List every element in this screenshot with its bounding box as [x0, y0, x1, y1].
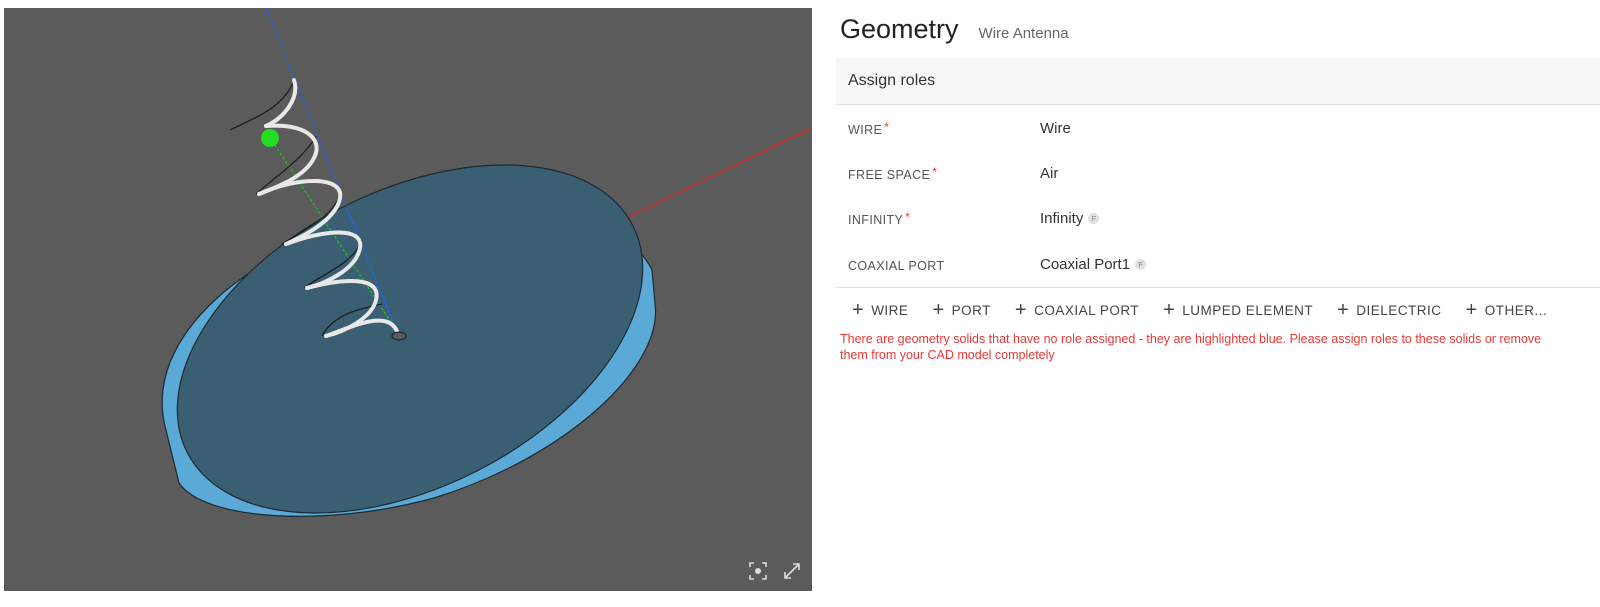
plus-icon: + — [932, 299, 945, 321]
page-title: Geometry — [840, 14, 959, 44]
geometry-panel: Geometry Wire Antenna Assign roles WIRE *… — [836, 0, 1600, 607]
role-value[interactable]: Coaxial Port1 F — [1040, 256, 1147, 273]
fullscreen-icon[interactable] — [782, 561, 802, 581]
add-dielectric-button[interactable]: + DIELECTRIC — [1337, 300, 1441, 320]
plus-icon: + — [1465, 299, 1478, 321]
add-coaxial-port-button[interactable]: + COAXIAL PORT — [1015, 300, 1139, 320]
viewport-toolbar — [748, 561, 802, 581]
required-marker: * — [884, 120, 890, 134]
role-value[interactable]: Air — [1040, 165, 1058, 182]
role-value[interactable]: Infinity F — [1040, 210, 1100, 227]
role-row-infinity[interactable]: INFINITY * Infinity F — [848, 210, 1588, 230]
role-label: COAXIAL PORT — [848, 259, 945, 273]
add-role-actions: + WIRE + PORT + COAXIAL PORT + LUMPED ELEMEN… — [852, 300, 1571, 320]
role-row-coaxial-port[interactable]: COAXIAL PORT Coaxial Port1 F — [848, 256, 1588, 276]
add-port-button[interactable]: + PORT — [932, 300, 990, 320]
section-title: Assign roles — [848, 72, 936, 89]
selection-marker[interactable] — [261, 129, 279, 147]
required-marker: * — [932, 165, 938, 179]
add-wire-button[interactable]: + WIRE — [852, 300, 908, 320]
divider — [836, 287, 1600, 288]
role-label: WIRE * — [848, 120, 890, 137]
plus-icon: + — [852, 299, 865, 321]
assign-roles-section: Assign roles — [836, 58, 1600, 105]
role-row-wire[interactable]: WIRE * Wire — [848, 120, 1588, 140]
panel-header: Geometry Wire Antenna — [840, 14, 1069, 45]
role-label: INFINITY * — [848, 210, 911, 227]
f-badge-icon: F — [1088, 212, 1100, 224]
page-subtitle: Wire Antenna — [978, 25, 1069, 42]
3d-viewport[interactable] — [4, 8, 812, 591]
add-other-button[interactable]: + OTHER... — [1466, 300, 1548, 320]
feed-point — [391, 331, 407, 341]
unassigned-solids-warning: There are geometry solids that have no r… — [840, 332, 1542, 362]
plus-icon: + — [1337, 299, 1350, 321]
role-label: FREE SPACE * — [848, 165, 938, 182]
f-badge-icon: F — [1135, 258, 1147, 270]
role-row-free-space[interactable]: FREE SPACE * Air — [848, 165, 1588, 185]
add-lumped-element-button[interactable]: + LUMPED ELEMENT — [1163, 300, 1313, 320]
required-marker: * — [905, 210, 911, 224]
plus-icon: + — [1014, 299, 1028, 321]
cad-scene[interactable] — [4, 8, 812, 591]
role-value[interactable]: Wire — [1040, 120, 1071, 137]
plus-icon: + — [1163, 299, 1176, 321]
focus-icon[interactable] — [748, 561, 768, 581]
disk-top — [176, 164, 644, 514]
